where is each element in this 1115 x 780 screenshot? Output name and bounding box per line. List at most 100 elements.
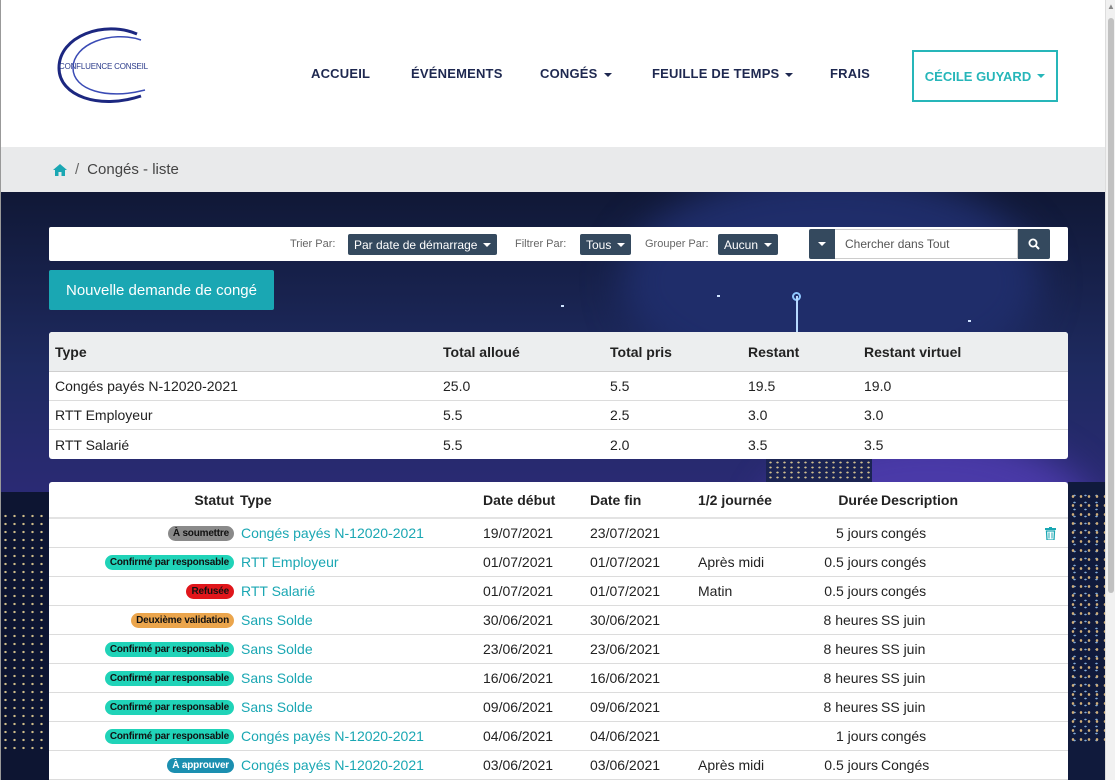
sort-dropdown[interactable]: Par date de démarrage [348, 234, 498, 255]
description: SS juin [881, 612, 926, 628]
leave-request-row[interactable]: À soumettre Congés payés N-12020-2021 19/0… [49, 519, 1068, 548]
description: congés [881, 583, 927, 599]
balance-restant-virtuel: 19.0 [864, 378, 892, 394]
start-date: 09/06/2021 [483, 699, 554, 715]
header-total-pris: Total pris [610, 343, 672, 360]
leave-type-link[interactable]: Congés payés N-12020-2021 [241, 519, 424, 547]
balance-pris: 5.5 [610, 378, 630, 394]
end-date: 01/07/2021 [590, 583, 661, 599]
leave-requests-table: Statut Type Date début Date fin 1/2 jour… [49, 482, 1068, 780]
end-date: 16/06/2021 [590, 670, 661, 686]
breadcrumb: / Congés - liste [1, 147, 1105, 192]
end-date: 09/06/2021 [590, 699, 661, 715]
trash-icon[interactable] [1045, 519, 1056, 547]
home-icon[interactable] [53, 163, 67, 176]
description: SS juin [881, 641, 926, 657]
leave-balance-table: Type Total alloué Total pris Restant Res… [49, 332, 1068, 459]
nav-frais[interactable]: FRAIS [830, 66, 870, 81]
nav-feuille-label: FEUILLE DE TEMPS [652, 66, 780, 81]
description: congés [881, 525, 927, 541]
header-date-debut[interactable]: Date début [483, 482, 555, 517]
star [717, 295, 720, 297]
requests-table-body: À soumettre Congés payés N-12020-2021 19/0… [49, 519, 1068, 780]
duration: 8 heures [823, 612, 878, 628]
end-date: 01/07/2021 [590, 554, 661, 570]
user-name: CÉCILE GUYARD [924, 68, 1032, 84]
app-frame: CONFLUENCE CONSEIL ACCUEIL ÉVÉNEMENTS CO… [0, 0, 1105, 780]
leave-request-row[interactable]: Confirmé par responsable Sans Solde 16/06/… [49, 664, 1068, 693]
leave-request-row[interactable]: Deuxième validation Sans Solde 30/06/2021 3… [49, 606, 1068, 635]
duration: 0.5 jours [824, 554, 878, 570]
balance-table-header: Type Total alloué Total pris Restant Res… [49, 332, 1068, 372]
balance-alloue: 5.5 [443, 407, 463, 423]
balance-restant: 19.5 [748, 378, 776, 394]
balance-row: Congés payés N-12020-2021 25.0 5.5 19.5 … [49, 372, 1068, 401]
nav-feuille-de-temps[interactable]: FEUILLE DE TEMPS [652, 66, 794, 81]
start-date: 04/06/2021 [483, 728, 554, 744]
duration: 1 jours [835, 728, 878, 744]
nav-accueil[interactable]: ACCUEIL [311, 66, 370, 81]
leave-request-row[interactable]: À approuver Congés payés N-12020-2021 03/0… [49, 751, 1068, 780]
end-date: 30/06/2021 [590, 612, 661, 628]
start-date: 01/07/2021 [483, 583, 554, 599]
user-menu-button[interactable]: CÉCILE GUYARD [912, 50, 1058, 102]
status-badge: À soumettre [167, 525, 234, 541]
company-logo[interactable]: CONFLUENCE CONSEIL [49, 26, 159, 106]
leave-type-link[interactable]: Sans Solde [241, 664, 313, 692]
search-button[interactable] [1018, 229, 1050, 259]
start-date: 30/06/2021 [483, 612, 554, 628]
balance-pris: 2.0 [610, 436, 630, 453]
leave-type-link[interactable]: Sans Solde [241, 693, 313, 721]
leave-request-row[interactable]: Confirmé par responsable Sans Solde 09/06/… [49, 693, 1068, 722]
status-cell: À soumettre [167, 519, 234, 547]
group-dropdown[interactable]: Aucun [718, 234, 779, 255]
header-type[interactable]: Type [240, 482, 272, 517]
status-cell: Confirmé par responsable [104, 693, 234, 721]
status-cell: Confirmé par responsable [104, 664, 234, 692]
leave-request-row[interactable]: Confirmé par responsable Sans Solde 23/06/… [49, 635, 1068, 664]
status-badge: Deuxième validation [131, 612, 234, 628]
header-statut[interactable]: Statut [194, 482, 234, 517]
leave-type-link[interactable]: Sans Solde [241, 606, 313, 634]
start-date: 16/06/2021 [483, 670, 554, 686]
caret-down-icon [764, 242, 773, 247]
duration: 8 heures [823, 641, 878, 657]
balance-restant-virtuel: 3.0 [864, 407, 884, 423]
search-scope-dropdown[interactable] [809, 229, 835, 259]
status-badge: Refusée [186, 583, 234, 599]
header-restant: Restant [748, 343, 800, 360]
breadcrumb-separator: / [75, 161, 80, 178]
header-duree[interactable]: Durée [838, 482, 878, 517]
balance-restant: 3.0 [748, 407, 768, 423]
balance-restant: 3.5 [748, 436, 768, 453]
leave-type-link[interactable]: Congés payés N-12020-2021 [241, 751, 424, 779]
page-scrollbar[interactable]: ▲ [1105, 0, 1115, 780]
nav-conges[interactable]: CONGÉS [540, 66, 612, 81]
header-demi-journee[interactable]: 1/2 journée [698, 482, 772, 517]
description: congés [881, 728, 927, 744]
group-label: Grouper Par: [645, 238, 709, 250]
header-date-fin[interactable]: Date fin [590, 482, 641, 517]
leave-type-link[interactable]: RTT Salarié [241, 577, 315, 605]
scrollbar-thumb[interactable] [1108, 18, 1114, 593]
caret-down-icon [603, 72, 612, 77]
balance-restant-virtuel: 3.5 [864, 436, 884, 453]
leave-type-link[interactable]: Congés payés N-12020-2021 [241, 722, 424, 750]
leave-request-row[interactable]: Confirmé par responsable RTT Employeur 01/… [49, 548, 1068, 577]
status-cell: Confirmé par responsable [104, 635, 234, 663]
leave-request-row[interactable]: Confirmé par responsable Congés payés N-1… [49, 722, 1068, 751]
city-lights-left [1, 512, 47, 752]
search-input[interactable] [835, 229, 1018, 259]
tower [796, 296, 798, 336]
nav-evenements[interactable]: ÉVÉNEMENTS [411, 66, 503, 81]
leave-type-link[interactable]: Sans Solde [241, 635, 313, 663]
new-leave-request-button[interactable]: Nouvelle demande de congé [49, 270, 274, 310]
status-badge: Confirmé par responsable [104, 670, 234, 686]
leave-request-row[interactable]: Refusée RTT Salarié 01/07/2021 01/07/2021 Ma… [49, 577, 1068, 606]
leave-type-link[interactable]: RTT Employeur [241, 548, 339, 576]
scroll-up-icon[interactable]: ▲ [1107, 2, 1115, 11]
filter-dropdown[interactable]: Tous [580, 234, 632, 255]
nav-conges-label: CONGÉS [540, 66, 598, 81]
header-description[interactable]: Description [881, 482, 958, 517]
header-total-alloue: Total alloué [443, 343, 520, 360]
